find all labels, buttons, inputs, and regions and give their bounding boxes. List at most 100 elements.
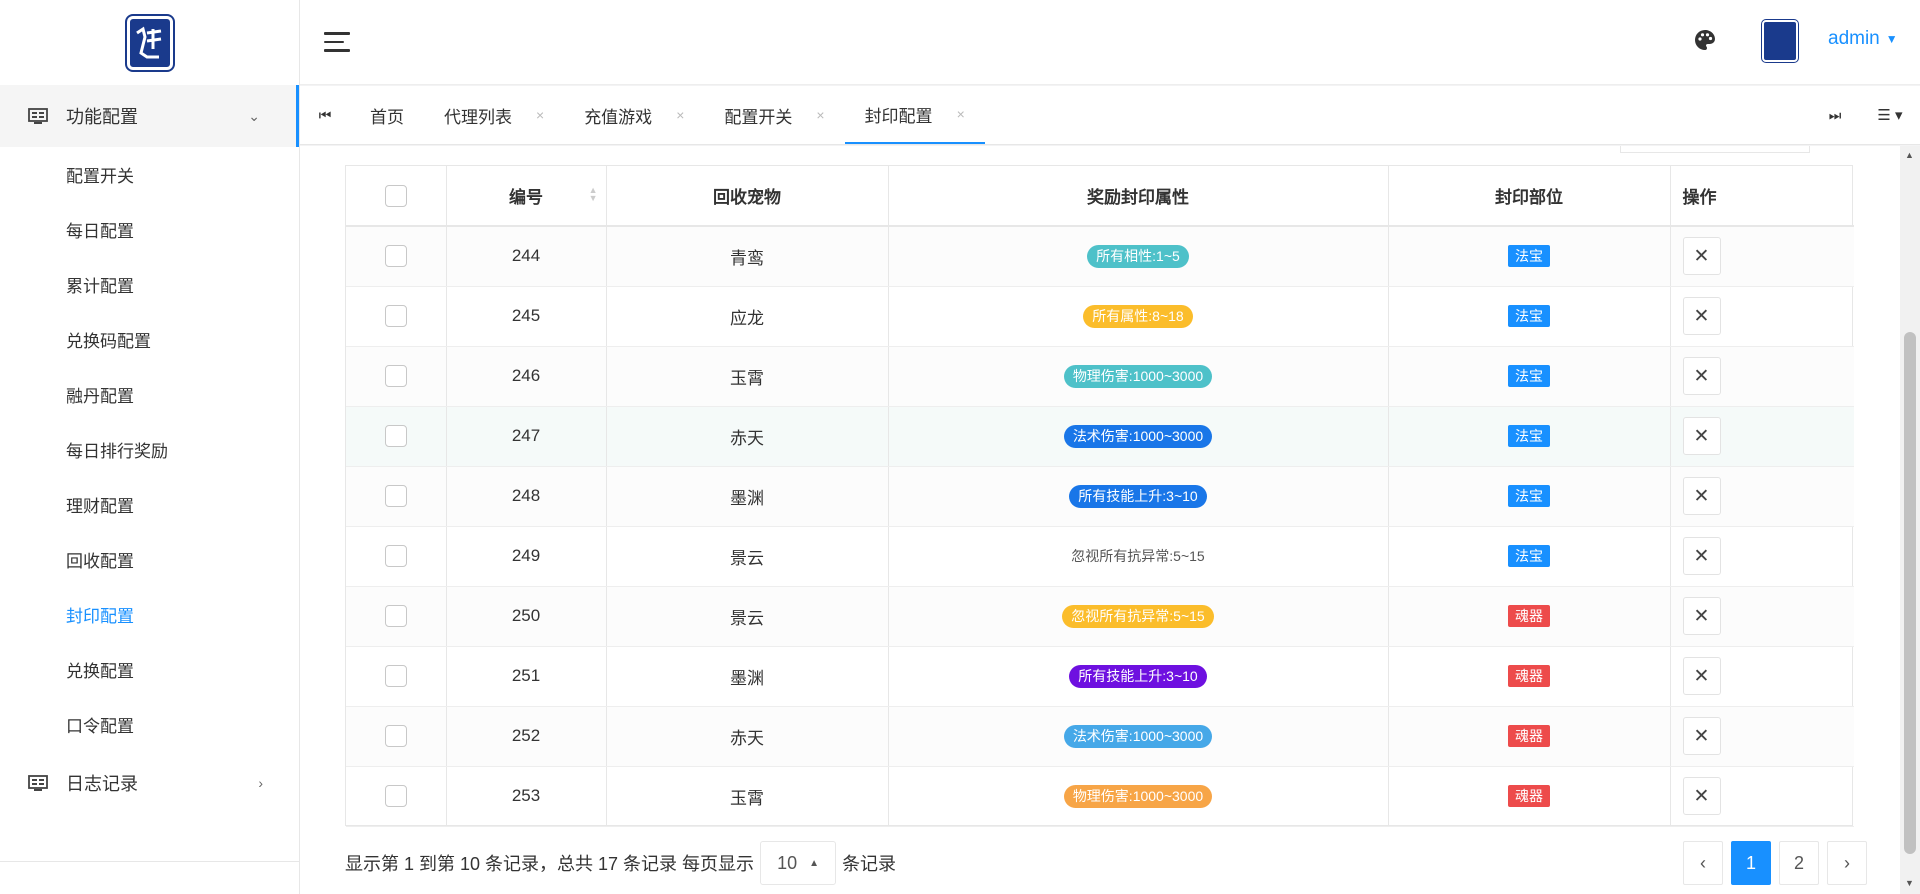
tab-options-menu-icon[interactable]: ☰ ▾ xyxy=(1860,86,1920,144)
sort-icon[interactable]: ▲ ▼ xyxy=(589,186,598,203)
tab[interactable]: 充值游戏 × xyxy=(564,86,704,144)
table-row[interactable]: 253 玉霄 物理伤害:1000~3000 魂器 ✕ xyxy=(346,766,1854,827)
tab[interactable]: 首页 xyxy=(350,86,424,144)
column-label: 封印部位 xyxy=(1495,188,1563,207)
cell-pet: 赤天 xyxy=(606,406,889,467)
table-row[interactable]: 245 应龙 所有属性:8~18 法宝 ✕ xyxy=(346,286,1854,347)
user-menu[interactable]: admin ▼ xyxy=(1828,28,1898,50)
table-row[interactable]: 244 青鸾 所有相性:1~5 法宝 ✕ xyxy=(346,226,1854,287)
row-checkbox[interactable] xyxy=(384,305,407,327)
delete-button[interactable]: ✕ xyxy=(1682,717,1721,755)
tab-scroll-left-icon[interactable]: ⏮ xyxy=(300,86,350,144)
table-row[interactable]: 251 墨渊 所有技能上升:3~10 魂器 ✕ xyxy=(346,646,1854,707)
table-row[interactable]: 252 赤天 法术伤害:1000~3000 魂器 ✕ xyxy=(346,706,1854,767)
cell-part: 法宝 xyxy=(1388,406,1671,467)
sidebar-item[interactable]: 兑换配置 xyxy=(0,642,299,697)
tab-label: 代理列表 xyxy=(444,107,512,127)
attribute-label: 所有技能上升:3~10 xyxy=(1069,484,1207,508)
close-icon[interactable]: × xyxy=(957,106,965,122)
cell-part: 魂器 xyxy=(1388,586,1671,647)
page-button[interactable]: 2 xyxy=(1779,841,1819,885)
scroll-down-icon[interactable]: ▼ xyxy=(1905,878,1914,888)
sidebar-item[interactable]: 累计配置 xyxy=(0,257,299,312)
sidebar-item[interactable]: 配置开关 xyxy=(0,147,299,202)
menu-group-log-records[interactable]: 日志记录 › xyxy=(0,752,299,814)
page-button[interactable]: 1 xyxy=(1731,841,1771,885)
cell-part: 法宝 xyxy=(1388,526,1671,587)
tab[interactable]: 配置开关 × xyxy=(704,86,844,144)
sidebar-item[interactable]: 兑换码配置 xyxy=(0,312,299,367)
cell-part: 法宝 xyxy=(1388,226,1671,287)
caret-down-icon: ▼ xyxy=(1885,31,1898,46)
row-checkbox[interactable] xyxy=(384,365,407,387)
table-row[interactable]: 247 赤天 法术伤害:1000~3000 法宝 ✕ xyxy=(346,406,1854,467)
delete-button[interactable]: ✕ xyxy=(1682,237,1721,276)
username: admin xyxy=(1828,28,1880,49)
row-checkbox[interactable] xyxy=(384,245,407,268)
sidebar-item[interactable]: 融丹配置 xyxy=(0,367,299,422)
row-checkbox[interactable] xyxy=(384,485,407,507)
menu-toggle-icon[interactable] xyxy=(324,32,350,58)
row-checkbox[interactable] xyxy=(384,425,407,447)
vertical-scrollbar[interactable]: ▲ ▼ xyxy=(1900,146,1920,894)
scroll-up-icon[interactable]: ▲ xyxy=(1905,150,1914,160)
next-page-button[interactable]: › xyxy=(1827,841,1867,885)
row-checkbox[interactable] xyxy=(384,605,407,627)
table-row[interactable]: 248 墨渊 所有技能上升:3~10 法宝 ✕ xyxy=(346,466,1854,527)
sidebar-item[interactable]: 每日排行奖励 xyxy=(0,422,299,477)
delete-button[interactable]: ✕ xyxy=(1682,777,1721,815)
page-size-select[interactable]: 10 ▲ xyxy=(760,841,837,885)
scrollbar-thumb[interactable] xyxy=(1904,332,1916,854)
close-icon[interactable]: × xyxy=(816,107,824,123)
cell-attr: 物理伤害:1000~3000 xyxy=(888,766,1389,827)
delete-button[interactable]: ✕ xyxy=(1682,297,1721,335)
table-header-row: 编号 ▲ ▼ 回收宠物 奖励封印属性 封印部位 操作 xyxy=(346,166,1854,227)
sidebar-item[interactable]: 理财配置 xyxy=(0,477,299,532)
select-all-checkbox[interactable] xyxy=(384,184,407,207)
sidebar-item[interactable]: 口令配置 xyxy=(0,697,299,752)
table-row[interactable]: 250 景云 忽视所有抗异常:5~15 魂器 ✕ xyxy=(346,586,1854,647)
prev-page-button[interactable]: ‹ xyxy=(1683,841,1723,885)
close-icon[interactable]: × xyxy=(536,107,544,123)
delete-button[interactable]: ✕ xyxy=(1682,357,1721,395)
cell-actions: ✕ xyxy=(1670,346,1854,407)
cell-part: 魂器 xyxy=(1388,766,1671,827)
tab[interactable]: 代理列表 × xyxy=(424,86,564,144)
attribute-label: 法术伤害:1000~3000 xyxy=(1063,424,1213,448)
row-checkbox[interactable] xyxy=(384,545,407,567)
sidebar-item[interactable]: 封印配置 xyxy=(0,587,299,642)
tab[interactable]: 封印配置 × xyxy=(844,86,985,144)
part-badge: 魂器 xyxy=(1508,605,1550,627)
delete-button[interactable]: ✕ xyxy=(1682,537,1721,575)
row-checkbox[interactable] xyxy=(384,785,407,807)
tab-label: 封印配置 xyxy=(864,106,933,126)
close-icon[interactable]: × xyxy=(676,107,684,123)
list-card-icon xyxy=(28,775,48,791)
row-select-cell xyxy=(346,286,447,347)
row-select-cell xyxy=(346,706,447,767)
delete-button[interactable]: ✕ xyxy=(1682,597,1721,635)
table-row[interactable]: 249 景云 忽视所有抗异常:5~15 法宝 ✕ xyxy=(346,526,1854,587)
row-select-cell xyxy=(346,226,447,287)
delete-button[interactable]: ✕ xyxy=(1682,417,1721,455)
column-header-attr: 奖励封印属性 xyxy=(888,166,1389,227)
delete-button[interactable]: ✕ xyxy=(1682,657,1721,695)
table-row[interactable]: 246 玉霄 物理伤害:1000~3000 法宝 ✕ xyxy=(346,346,1854,407)
sidebar-item[interactable]: 每日配置 xyxy=(0,202,299,257)
sidebar-item[interactable]: 回收配置 xyxy=(0,532,299,587)
cell-pet: 景云 xyxy=(606,586,889,647)
cell-id: 252 xyxy=(446,706,607,767)
row-select-cell xyxy=(346,586,447,647)
avatar[interactable] xyxy=(1762,20,1798,62)
column-header-id[interactable]: 编号 ▲ ▼ xyxy=(446,166,607,227)
row-select-cell xyxy=(346,646,447,707)
tab-scroll-right-icon[interactable]: ⏭ xyxy=(1810,86,1860,144)
row-checkbox[interactable] xyxy=(384,665,407,687)
cell-actions: ✕ xyxy=(1670,646,1854,707)
row-checkbox[interactable] xyxy=(384,725,407,747)
main-content: 编号 ▲ ▼ 回收宠物 奖励封印属性 封印部位 操作 244 青鸾 所有相性:1~5… xyxy=(300,146,1900,894)
menu-group-function-config[interactable]: 功能配置 ⌄ xyxy=(0,85,299,147)
palette-icon[interactable] xyxy=(1693,28,1717,52)
row-select-cell xyxy=(346,346,447,407)
delete-button[interactable]: ✕ xyxy=(1682,477,1721,515)
